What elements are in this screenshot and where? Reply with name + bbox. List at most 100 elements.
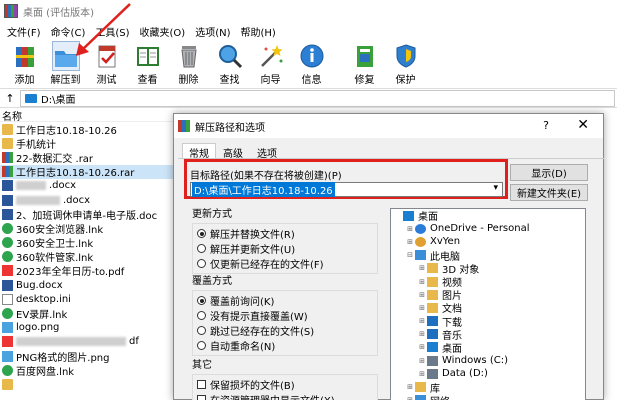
expand-toggle-icon[interactable]: ⊞ xyxy=(417,291,427,299)
network-icon xyxy=(415,395,426,400)
file-row[interactable]: PNG格式的图片.png xyxy=(0,349,175,364)
repair-label: 修复 xyxy=(354,75,375,86)
folder-file-icon xyxy=(2,137,13,149)
file-row[interactable]: 手机统计 xyxy=(0,136,175,151)
add-button[interactable]: 添加 xyxy=(4,40,45,86)
checkbox[interactable] xyxy=(197,380,206,389)
new-folder-button[interactable]: 新建文件夹(E) xyxy=(510,184,588,201)
misc-option[interactable]: 在资源管理器中显示文件(X) xyxy=(197,392,377,400)
file-row[interactable]: 2023年全年日历-to.pdf xyxy=(0,264,175,278)
expand-toggle-icon[interactable]: ⊞ xyxy=(417,330,427,338)
update-mode-option[interactable]: 解压并替换文件(R) xyxy=(197,226,377,241)
info-button[interactable]: 信息 xyxy=(291,40,332,86)
file-row[interactable]: 360安全卫士.lnk xyxy=(0,236,175,250)
up-arrow-icon[interactable]: ↑ xyxy=(0,92,20,105)
tree-node[interactable]: ⊞ 网络 xyxy=(391,394,585,400)
extract-to-button[interactable]: 解压到 xyxy=(45,40,86,86)
tab-general[interactable]: 常规 xyxy=(182,143,216,160)
address-path-field[interactable]: D:\桌面 xyxy=(20,89,615,107)
menu-help[interactable]: 帮助(H) xyxy=(236,24,281,39)
show-button[interactable]: 显示(D) xyxy=(510,164,588,181)
tree-node[interactable]: ⊟ 此电脑 xyxy=(391,249,585,263)
column-header-name[interactable]: 名称 xyxy=(0,108,175,123)
file-row[interactable]: .docx xyxy=(0,179,175,193)
file-row[interactable]: 360软件管家.lnk xyxy=(0,250,175,264)
tree-node[interactable]: ⊞ 视频 xyxy=(391,275,585,289)
tree-node[interactable]: ⊞ 音乐 xyxy=(391,328,585,342)
expand-toggle-icon[interactable]: ⊞ xyxy=(417,264,427,272)
file-row[interactable]: 百度网盘.lnk xyxy=(0,363,175,378)
tree-node[interactable]: ⊞ XvYen xyxy=(391,235,585,248)
tree-node[interactable]: ⊞ 下载 xyxy=(391,315,585,329)
file-row[interactable]: EV录屏.lnk xyxy=(0,306,175,321)
tree-node[interactable]: ⊞ Windows (C:) xyxy=(391,354,585,367)
file-name: logo.png xyxy=(16,322,60,334)
help-button[interactable]: ? xyxy=(543,119,549,132)
file-row[interactable]: 360安全浏览器.lnk xyxy=(0,221,175,236)
repair-button[interactable]: 修复 xyxy=(344,40,385,86)
expand-toggle-icon[interactable]: ⊞ xyxy=(405,225,415,233)
menu-tools[interactable]: 工具(S) xyxy=(90,24,134,39)
view-button[interactable]: 查看 xyxy=(127,40,168,86)
checkbox[interactable] xyxy=(197,395,206,400)
tree-node[interactable]: ⊞ 文档 xyxy=(391,301,585,315)
file-row[interactable]: 工作日志10.18-10.26 xyxy=(0,122,175,137)
tree-node[interactable]: ⊞ 图片 xyxy=(391,288,585,302)
radio-button[interactable] xyxy=(197,341,206,350)
expand-toggle-icon[interactable]: ⊞ xyxy=(405,238,415,246)
file-row[interactable]: desktop.ini xyxy=(0,292,175,306)
radio-button[interactable] xyxy=(197,326,206,335)
update-mode-option[interactable]: 仅更新已经存在的文件(F) xyxy=(197,256,377,271)
protect-button[interactable]: 保护 xyxy=(385,40,426,86)
menu-file[interactable]: 文件(F) xyxy=(2,24,46,39)
chevron-down-icon[interactable]: ▾ xyxy=(493,183,498,193)
test-button[interactable]: 测试 xyxy=(86,40,127,86)
radio-button[interactable] xyxy=(197,259,206,268)
radio-button[interactable] xyxy=(197,311,206,320)
tree-node[interactable]: ⊞ 库 xyxy=(391,380,585,395)
wizard-button[interactable]: 向导 xyxy=(250,40,291,86)
file-row[interactable]: logo.png xyxy=(0,321,175,335)
file-row[interactable] xyxy=(0,377,175,391)
expand-toggle-icon[interactable]: ⊞ xyxy=(417,343,427,351)
delete-button[interactable]: 删除 xyxy=(168,40,209,86)
file-row[interactable]: 工作日志10.18-10.26.rar xyxy=(0,164,175,179)
find-button[interactable]: 查找 xyxy=(209,40,250,86)
tree-node[interactable]: ⊞ 3D 对象 xyxy=(391,262,585,276)
expand-toggle-icon[interactable]: ⊞ xyxy=(417,304,427,312)
folder-tree[interactable]: 桌面 ⊞ OneDrive - Personal ⊞ XvYen ⊟ 此电脑 ⊞ 3D 对象 ⊞ 视… xyxy=(390,208,586,400)
overwrite-mode-option[interactable]: 跳过已经存在的文件(S) xyxy=(197,323,377,338)
close-button[interactable]: ✕ xyxy=(577,117,589,133)
find-icon xyxy=(217,42,243,70)
tab-advanced[interactable]: 高级 xyxy=(216,143,250,160)
expand-toggle-icon[interactable]: ⊞ xyxy=(417,278,427,286)
radio-button[interactable] xyxy=(197,244,206,253)
expand-toggle-icon[interactable]: ⊞ xyxy=(417,357,427,365)
tree-node[interactable]: ⊞ 桌面 xyxy=(391,341,585,355)
misc-option[interactable]: 保留损坏的文件(B) xyxy=(197,377,377,392)
file-row[interactable]: df xyxy=(0,335,175,349)
overwrite-mode-option[interactable]: 覆盖前询问(K) xyxy=(197,293,377,308)
file-row[interactable]: Bug.docx xyxy=(0,278,175,292)
file-row[interactable]: 2、加班调休申请单-电子版.doc xyxy=(0,207,175,222)
menu-command[interactable]: 命令(C) xyxy=(46,24,91,39)
destination-path-combo[interactable]: D:\桌面\工作日志10.18-10.26 ▾ xyxy=(190,182,503,197)
menu-options[interactable]: 选项(N) xyxy=(190,24,235,39)
update-mode-option[interactable]: 解压并更新文件(U) xyxy=(197,241,377,256)
expand-toggle-icon[interactable]: ⊞ xyxy=(417,370,427,378)
tree-node[interactable]: ⊞ OneDrive - Personal xyxy=(391,222,585,235)
tree-node[interactable]: 桌面 xyxy=(391,209,585,223)
overwrite-mode-option[interactable]: 没有提示直接覆盖(W) xyxy=(197,308,377,323)
file-row[interactable]: 22-数据汇交 .rar xyxy=(0,150,175,165)
menu-favorites[interactable]: 收藏夹(O) xyxy=(135,24,191,39)
overwrite-mode-option[interactable]: 自动重命名(N) xyxy=(197,338,377,353)
expand-toggle-icon[interactable]: ⊞ xyxy=(405,383,415,391)
radio-button[interactable] xyxy=(197,296,206,305)
tree-node[interactable]: ⊞ Data (D:) xyxy=(391,367,585,380)
expand-toggle-icon[interactable]: ⊟ xyxy=(405,251,415,259)
radio-button[interactable] xyxy=(197,229,206,238)
tab-options[interactable]: 选项 xyxy=(250,143,284,160)
expand-toggle-icon[interactable]: ⊞ xyxy=(417,317,427,325)
file-row[interactable]: .docx xyxy=(0,193,175,207)
expand-toggle-icon[interactable]: ⊞ xyxy=(405,396,415,400)
